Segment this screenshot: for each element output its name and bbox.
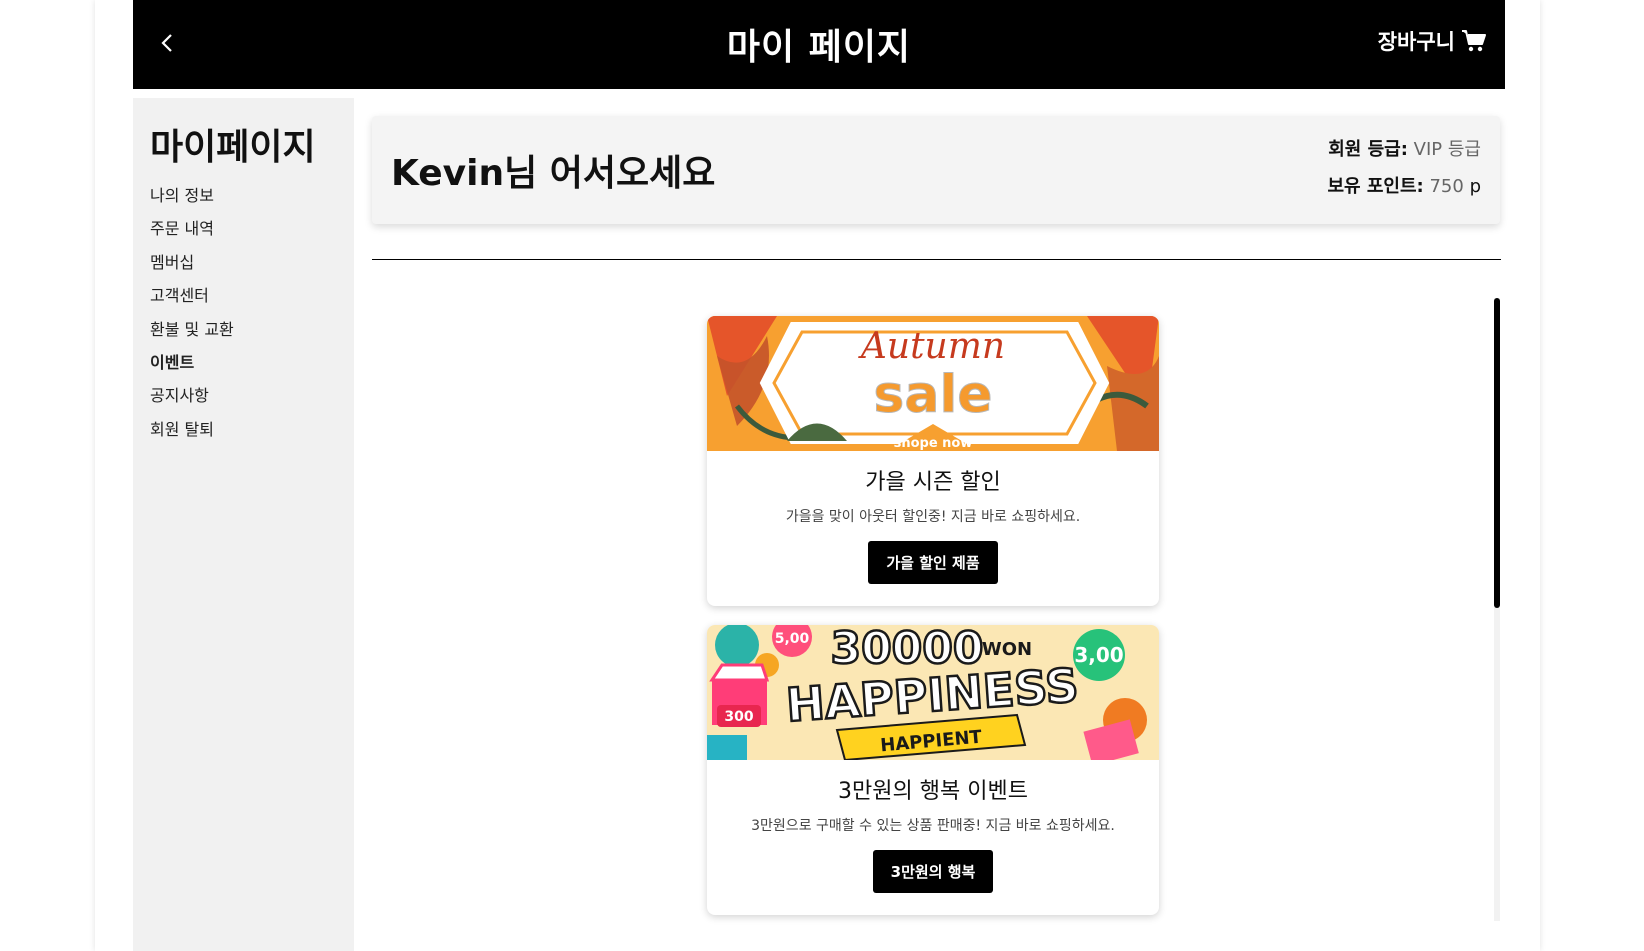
top-header: 마이 페이지 장바구니 [133,0,1505,89]
scrollbar-thumb[interactable] [1494,298,1500,608]
event-card-autumn: Autumn sale shope now 가을 시즌 할인 가을을 맞이 아웃… [707,316,1159,606]
sidebar-item-events[interactable]: 이벤트 [150,353,234,386]
event-title: 가을 시즌 할인 [865,470,1001,495]
sidebar-item-customer-center[interactable]: 고객센터 [150,286,234,319]
points-value: 750 [1429,176,1464,197]
badge-left-text: 5,00 [775,631,810,647]
member-grade-row: 회원 등급: VIP 등급 [1327,136,1481,173]
autumn-products-button[interactable]: 가을 할인 제품 [868,541,998,584]
happiness-banner: 5,00 3,00 300 30000 WON HAPPINESS HAPPIE… [707,625,1159,760]
sidebar-item-orders[interactable]: 주문 내역 [150,219,234,252]
points-row: 보유 포인트: 750 p [1327,173,1481,210]
event-description: 가을을 맞이 아웃터 할인중! 지금 바로 쇼핑하세요. [785,509,1081,525]
member-grade-value: VIP 등급 [1413,139,1481,160]
sidebar-item-membership[interactable]: 멤버십 [150,253,234,286]
sidebar-item-my-info[interactable]: 나의 정보 [150,186,234,219]
sidebar-title: 마이페이지 [150,127,316,168]
cart-label: 장바구니 [1377,30,1455,54]
banner-headline-text: sale [873,365,992,425]
event-description: 3만원으로 구매할 수 있는 상품 판매중! 지금 바로 쇼핑하세요. [751,818,1115,834]
sidebar-item-refund-exchange[interactable]: 환불 및 교환 [150,320,234,353]
member-info: 회원 등급: VIP 등급 보유 포인트: 750 p [1327,136,1481,210]
points-unit: p [1469,176,1481,197]
autumn-sale-banner: Autumn sale shope now [707,316,1159,451]
points-label: 보유 포인트: [1327,176,1424,197]
welcome-greeting: Kevin님 어서오세요 [391,153,716,194]
banner-tag-text: shope now [894,436,973,451]
cart-icon [1462,30,1486,52]
sidebar-menu: 나의 정보 주문 내역 멤버십 고객센터 환불 및 교환 이벤트 공지사항 회원… [150,186,234,453]
sidebar: 마이페이지 나의 정보 주문 내역 멤버십 고객센터 환불 및 교환 이벤트 공… [133,98,354,951]
banner-unit-text: WON [982,639,1032,660]
badge-right-text: 3,00 [1074,643,1123,667]
tag-left-text: 300 [724,709,753,725]
banner-script-text: Autumn [858,326,1005,367]
happiness-button[interactable]: 3만원의 행복 [872,850,994,893]
cart-button[interactable]: 장바구니 [1378,26,1487,56]
welcome-panel: Kevin님 어서오세요 회원 등급: VIP 등급 보유 포인트: 750 p [372,116,1500,224]
event-card-happiness: 5,00 3,00 300 30000 WON HAPPINESS HAPPIE… [707,625,1159,915]
page-title: 마이 페이지 [726,27,912,68]
event-title: 3만원의 행복 이벤트 [838,779,1028,804]
section-divider [372,259,1501,260]
sidebar-item-notices[interactable]: 공지사항 [150,386,234,419]
member-grade-label: 회원 등급: [1328,139,1408,160]
sidebar-item-withdraw[interactable]: 회원 탈퇴 [150,420,234,453]
